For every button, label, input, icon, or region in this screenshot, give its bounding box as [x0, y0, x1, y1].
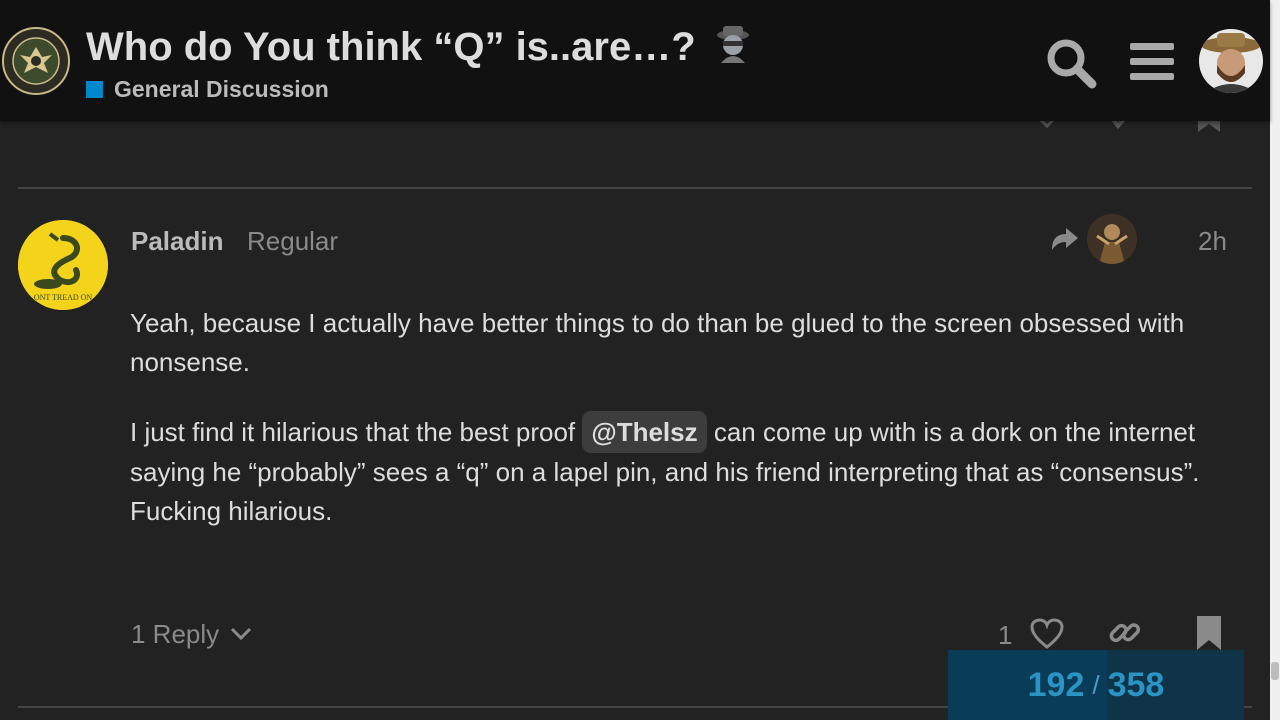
post-paragraph: Yeah, because I actually have better thi… [130, 308, 1185, 377]
post-body: Yeah, because I actually have better thi… [130, 304, 1230, 560]
search-icon[interactable] [1044, 36, 1098, 90]
topic-title-text: Who do You think “Q” is..are…? [86, 25, 696, 69]
post-paragraph: I just find it hilarious that the best p… [130, 411, 1230, 531]
detective-emoji-icon [713, 23, 753, 75]
like-count[interactable]: 1 [998, 620, 1012, 651]
paragraph-text: I just find it hilarious that the best p… [130, 417, 583, 447]
post-author-avatar[interactable]: ONT TREAD ON [18, 220, 108, 310]
bookmark-icon[interactable] [1196, 616, 1222, 650]
post-divider [18, 187, 1252, 189]
progress-text: 192 / 358 [948, 650, 1244, 720]
topic-progress-indicator[interactable]: 192 / 358 [948, 650, 1244, 720]
current-user-avatar[interactable] [1199, 29, 1263, 93]
post-user-title: Regular [247, 226, 339, 256]
link-icon[interactable] [1108, 616, 1142, 650]
site-header: Who do You think “Q” is..are…? General D… [0, 0, 1270, 121]
reply-to-arrow-icon[interactable] [1050, 226, 1080, 254]
replies-label: 1 Reply [131, 618, 220, 649]
heart-icon[interactable] [1030, 618, 1064, 650]
chevron-down-icon [231, 627, 252, 641]
post-date[interactable]: 2h [1198, 226, 1227, 257]
progress-total: 358 [1107, 665, 1165, 704]
progress-separator: / [1092, 669, 1100, 700]
scrollbar-thumb[interactable] [1271, 662, 1279, 680]
topic-title[interactable]: Who do You think “Q” is..are…? [86, 22, 753, 75]
reply-to-user-avatar[interactable] [1087, 214, 1137, 264]
site-logo[interactable] [2, 27, 70, 95]
post-username[interactable]: Paladin [131, 226, 223, 257]
progress-current: 192 [1027, 665, 1085, 704]
hamburger-menu-icon[interactable] [1128, 40, 1176, 84]
category-name: General Discussion [114, 75, 329, 102]
user-mention-link[interactable]: @Thelsz [582, 411, 707, 453]
category-color-square [86, 80, 103, 98]
avatar-text: ONT TREAD ON [34, 293, 93, 302]
category-badge[interactable]: General Discussion [86, 74, 329, 104]
show-replies-button[interactable]: 1 Reply [131, 616, 253, 652]
